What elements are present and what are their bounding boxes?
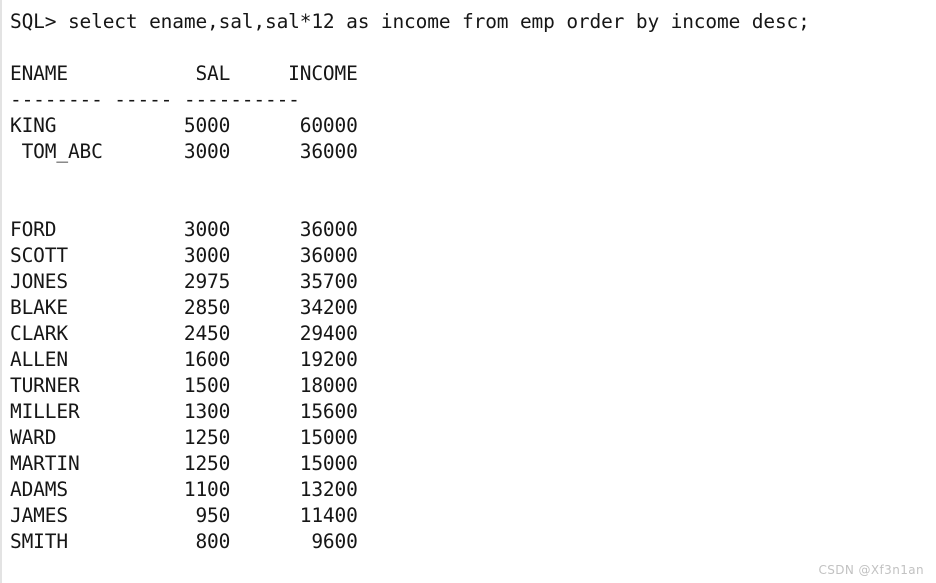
table-row: ALLEN 1600 19200 [10,348,358,371]
table-header-line: ENAME SAL INCOME [10,62,358,85]
table-row: JONES 2975 35700 [10,270,358,293]
spacer-line [10,35,810,61]
table-row: SCOTT 3000 36000 [10,244,358,267]
table-row: TURNER 1500 18000 [10,374,358,397]
table-row: FORD 3000 36000 [10,218,358,241]
table-row: MARTIN 1250 15000 [10,452,358,475]
blank-result-line [10,191,810,217]
console-output[interactable]: SQL> select ename,sal,sal*12 as income f… [10,9,810,555]
table-row: SMITH 800 9600 [10,530,358,553]
watermark: CSDN @Xf3n1an [818,563,924,577]
sql-prompt-line: SQL> select ename,sal,sal*12 as income f… [10,10,810,33]
table-row: BLAKE 2850 34200 [10,296,358,319]
table-row: JAMES 950 11400 [10,504,358,527]
table-row: MILLER 1300 15600 [10,400,358,423]
table-separator-line: -------- ----- ---------- [10,88,300,111]
blank-result-line [10,165,810,191]
table-row: TOM_ABC 3000 36000 [10,140,358,163]
sql-terminal-window[interactable]: SQL> select ename,sal,sal*12 as income f… [0,0,936,583]
table-row: KING 5000 60000 [10,114,358,137]
table-row: ADAMS 1100 13200 [10,478,358,501]
table-row: WARD 1250 15000 [10,426,358,449]
table-row: CLARK 2450 29400 [10,322,358,345]
